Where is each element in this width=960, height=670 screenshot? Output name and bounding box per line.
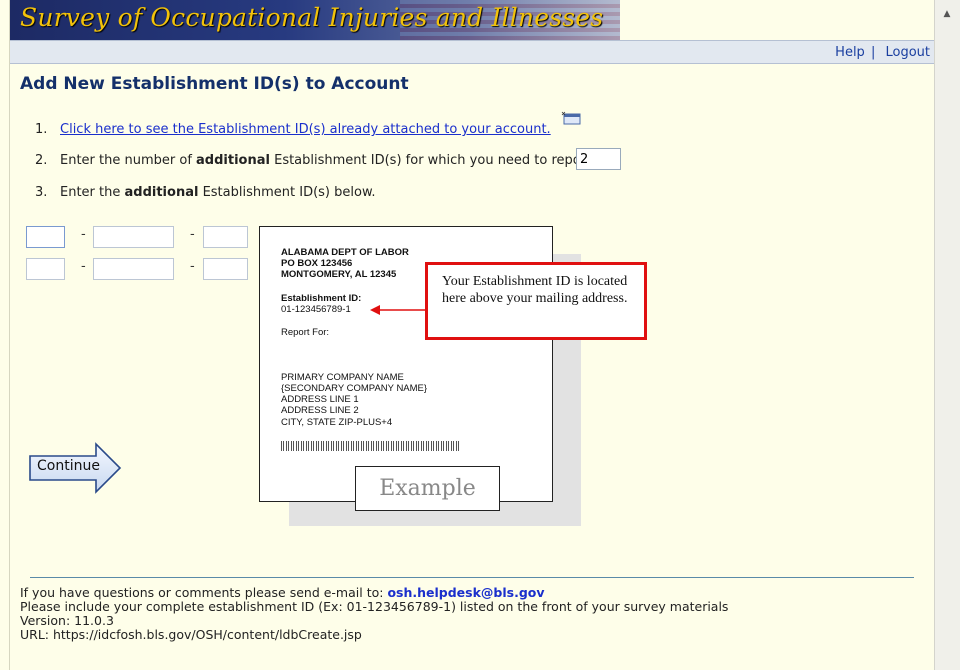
id-count-input[interactable] (576, 148, 621, 170)
top-nav-bar: Help | Logout (10, 40, 934, 64)
id-row-1-part-1-input[interactable] (26, 226, 65, 248)
establishment-id-callout: Your Establishment ID is located here ab… (425, 262, 647, 340)
id-row-1-part-3-input[interactable] (203, 226, 248, 248)
help-link[interactable]: Help (835, 45, 865, 60)
step-3-number: 3. (35, 185, 48, 200)
top-links: Help | Logout (835, 45, 930, 60)
helpdesk-email: osh.helpdesk@bls.gov (387, 585, 545, 600)
popup-window-icon[interactable] (561, 111, 581, 125)
continue-button[interactable]: Continue (28, 442, 122, 494)
step-3-text-after: Establishment ID(s) below. (198, 185, 376, 200)
example-company-2: {SECONDARY COMPANY NAME} (281, 383, 428, 394)
id-row-1-part-2-input[interactable] (93, 226, 174, 248)
example-tab-label: Example (355, 466, 500, 511)
page: Survey of Occupational Injuries and Illn… (10, 0, 934, 670)
example-company-1: PRIMARY COMPANY NAME (281, 372, 404, 383)
footer-url: URL: https://idcfosh.bls.gov/OSH/content… (20, 627, 362, 642)
example-agency-line: ALABAMA DEPT OF LABOR (281, 247, 409, 258)
example-po-box-line: PO BOX 123456 (281, 258, 353, 269)
id-row-2-part-2-input[interactable] (93, 258, 174, 280)
footer: If you have questions or comments please… (20, 586, 728, 642)
id-row-2-part-3-input[interactable] (203, 258, 248, 280)
example-city-line: MONTGOMERY, AL 12345 (281, 269, 397, 280)
footer-divider (30, 577, 914, 578)
step-1-number: 1. (35, 122, 48, 137)
window-left-edge (0, 0, 10, 670)
example-report-for: Report For: (281, 327, 330, 338)
footer-version: Version: 11.0.3 (20, 613, 114, 628)
example-id-label: Establishment ID: (281, 293, 362, 304)
example-city-state-zip: CITY, STATE ZIP-PLUS+4 (281, 417, 393, 428)
example-address-2: ADDRESS LINE 2 (281, 405, 359, 416)
footer-instructions: Please include your complete establishme… (20, 599, 729, 614)
view-attached-ids-link[interactable]: Click here to see the Establishment ID(s… (60, 122, 551, 137)
step-2-bold: additional (196, 153, 270, 168)
example-barcode (281, 441, 461, 451)
step-3-text-before: Enter the (60, 185, 125, 200)
example-address-1: ADDRESS LINE 1 (281, 394, 359, 405)
step-3: 3. Enter the additional Establishment ID(… (35, 185, 376, 200)
id-row-1-dash-1: - (81, 227, 86, 242)
continue-button-label: Continue (37, 458, 100, 474)
banner-title: Survey of Occupational Injuries and Illn… (20, 3, 604, 32)
page-title: Add New Establishment ID(s) to Account (20, 74, 409, 94)
id-row-1-dash-2: - (190, 227, 195, 242)
step-2-number: 2. (35, 153, 48, 168)
step-2-text-before: Enter the number of (60, 153, 197, 168)
footer-contact-line: If you have questions or comments please… (20, 586, 728, 600)
step-2: 2. Enter the number of additional Establi… (35, 153, 595, 168)
step-3-bold: additional (124, 185, 199, 200)
logout-link[interactable]: Logout (885, 45, 930, 60)
step-2-text-after: Establishment ID(s) for which you need t… (269, 153, 596, 168)
step-1: 1. Click here to see the Establishment ID… (35, 111, 581, 137)
scroll-up-arrow-icon[interactable]: ▲ (940, 8, 954, 20)
id-row-2-part-1-input[interactable] (26, 258, 65, 280)
footer-contact-text: If you have questions or comments please… (20, 585, 388, 600)
id-row-2-dash-2: - (190, 259, 195, 274)
example-id-value: 01-123456789-1 (281, 304, 351, 315)
id-row-2-dash-1: - (81, 259, 86, 274)
site-banner: Survey of Occupational Injuries and Illn… (10, 0, 620, 40)
callout-arrow-icon (370, 305, 426, 315)
top-links-separator: | (870, 45, 876, 60)
vertical-scrollbar[interactable]: ▲ (934, 0, 960, 670)
